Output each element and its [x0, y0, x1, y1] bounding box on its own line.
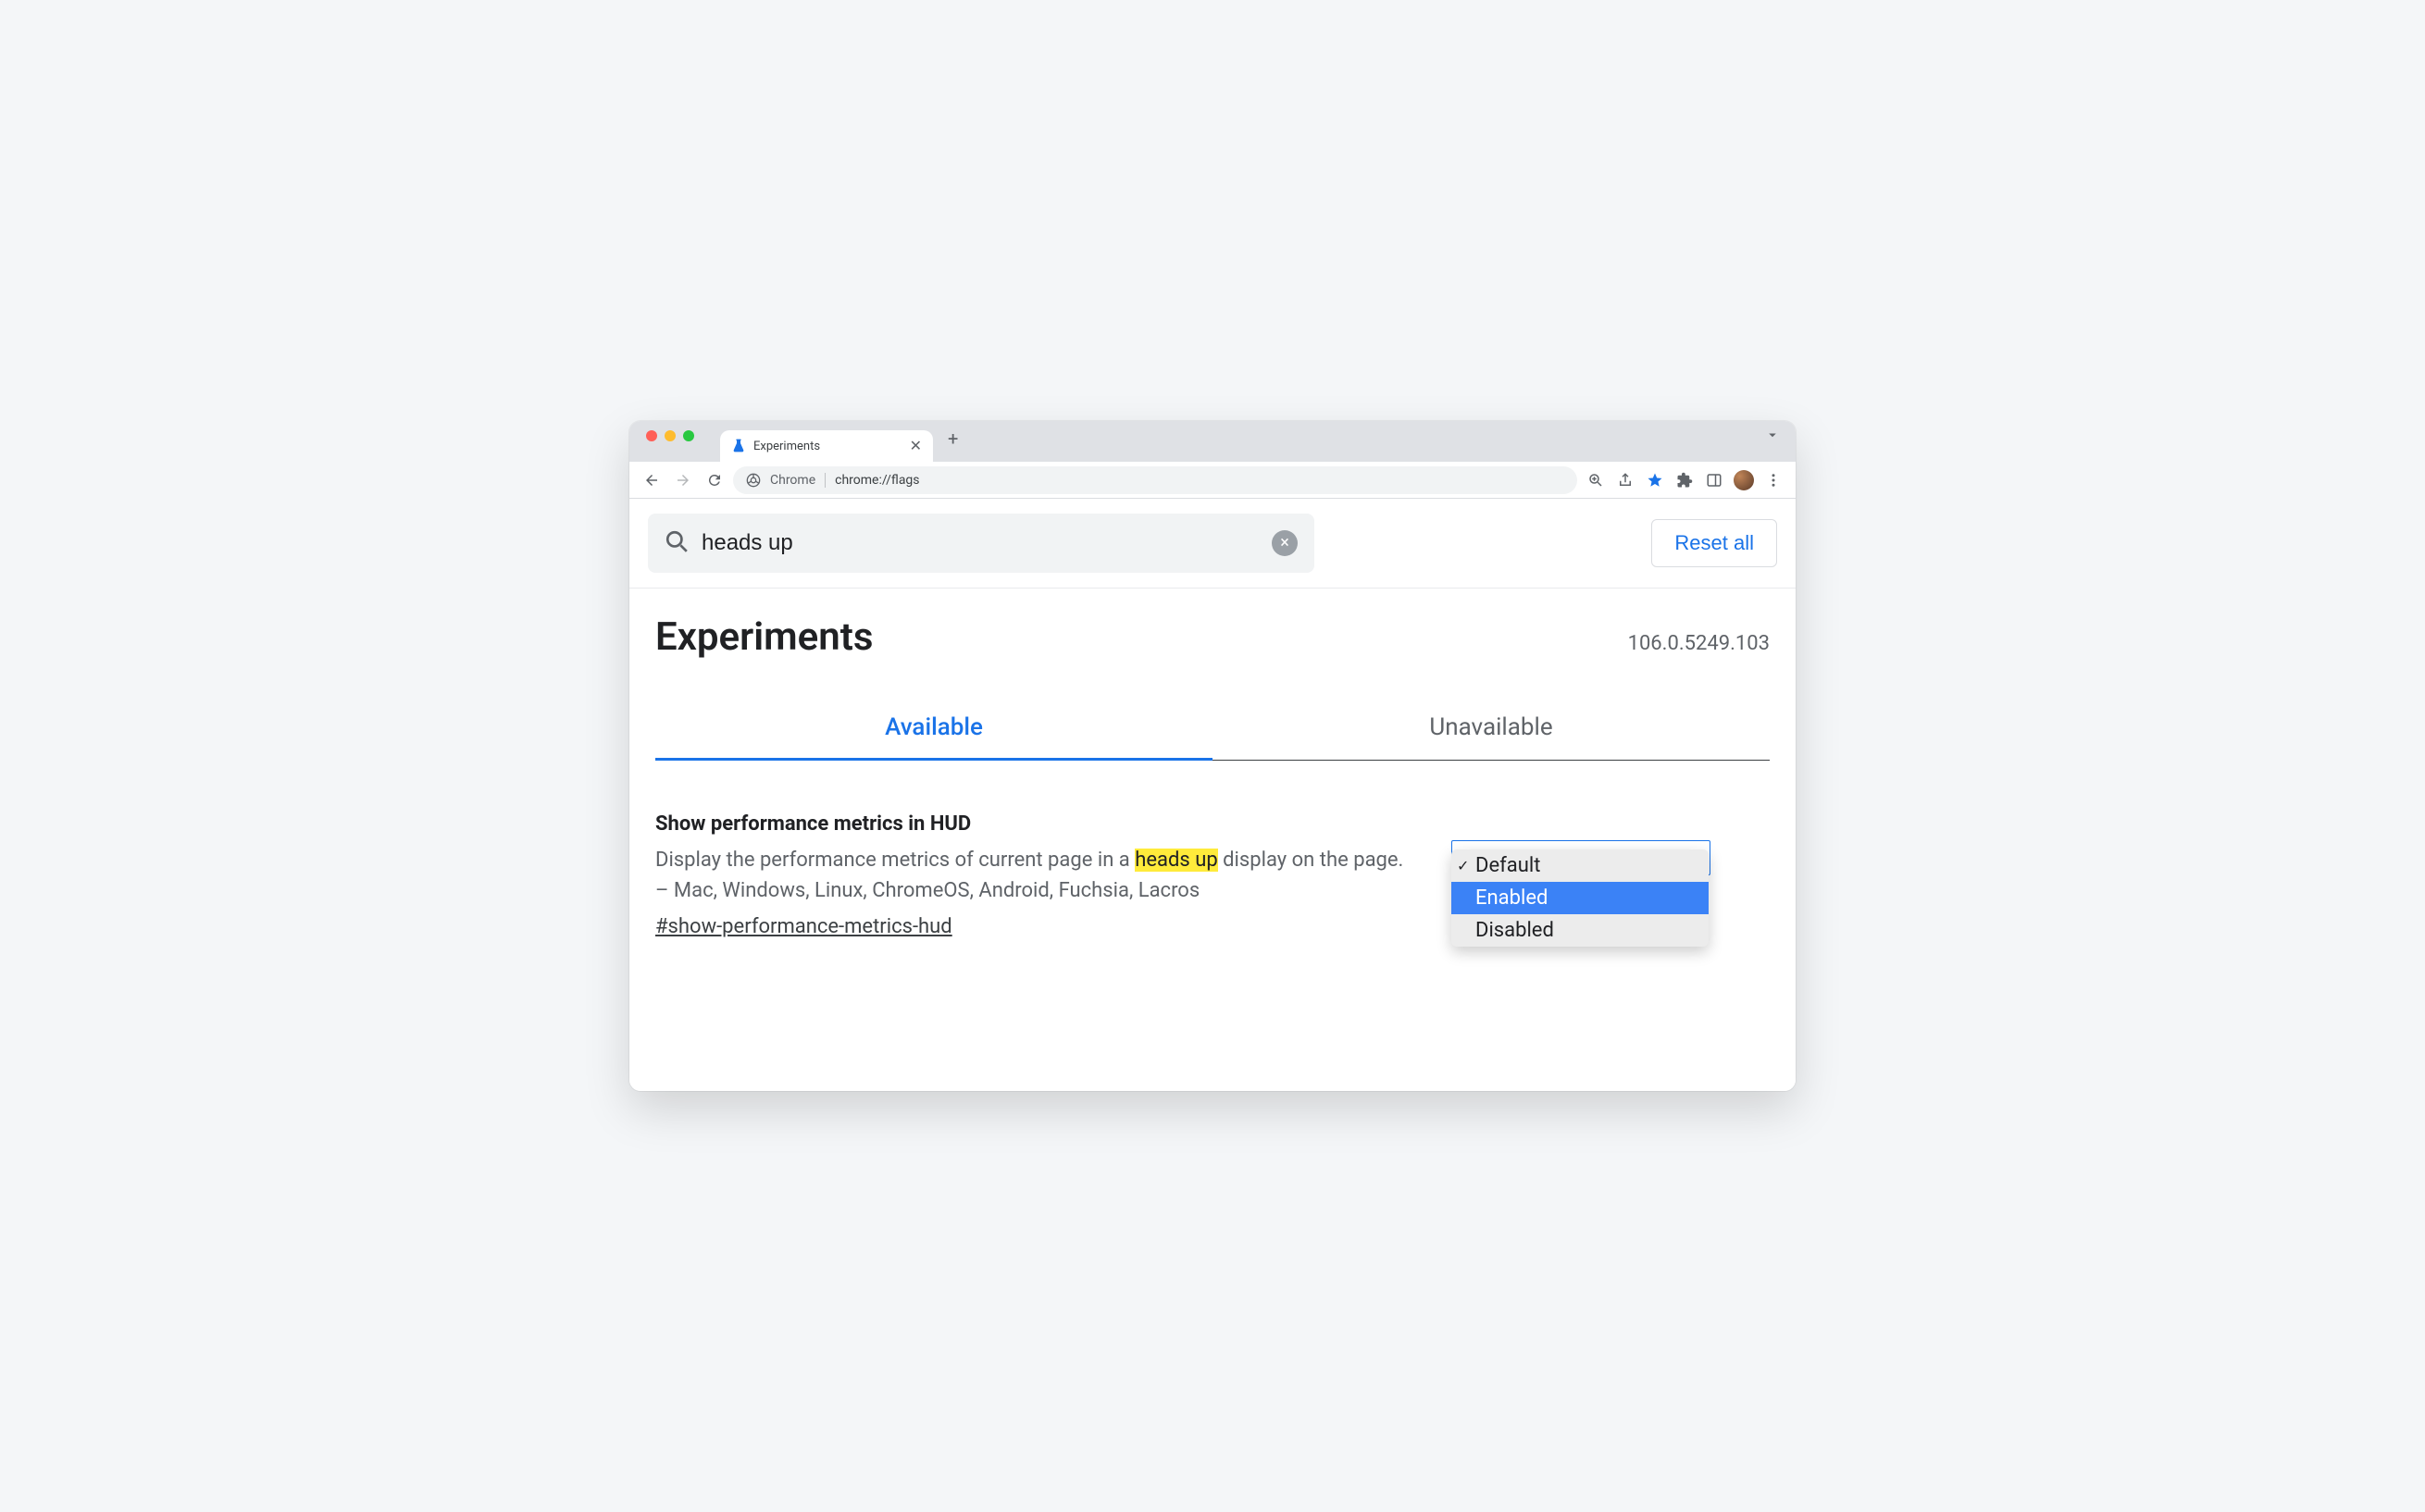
share-icon[interactable] — [1612, 467, 1638, 493]
menu-icon[interactable] — [1760, 467, 1786, 493]
new-tab-button[interactable]: + — [939, 426, 967, 457]
option-disabled[interactable]: Disabled — [1451, 914, 1709, 947]
heading-row: Experiments 106.0.5249.103 — [655, 614, 1770, 660]
search-icon — [665, 529, 689, 557]
page-content: × Reset all Experiments 106.0.5249.103 A… — [629, 499, 1796, 1091]
browser-toolbar: Chrome chrome://flags — [629, 462, 1796, 499]
window-controls — [639, 430, 702, 452]
back-button[interactable] — [639, 467, 665, 493]
option-label: Default — [1475, 854, 1540, 877]
experiment-select[interactable]: ✓ Default Enabled Disabled — [1451, 840, 1710, 938]
experiment-desc-text: Display the performance metrics of curre… — [655, 849, 1135, 872]
tabs-overflow-button[interactable] — [1764, 427, 1786, 456]
tab-available[interactable]: Available — [655, 697, 1212, 760]
close-window-button[interactable] — [646, 430, 657, 441]
toolbar-actions — [1583, 467, 1786, 493]
address-bar[interactable]: Chrome chrome://flags — [733, 466, 1577, 494]
browser-tab[interactable]: Experiments ✕ — [720, 430, 933, 462]
check-icon: ✓ — [1457, 857, 1469, 874]
experiment-hash-link[interactable]: #show-performance-metrics-hud — [655, 915, 1414, 938]
side-panel-icon[interactable] — [1701, 467, 1727, 493]
experiment-name: Show performance metrics in HUD — [655, 812, 1414, 836]
omnibox-url: chrome://flags — [835, 473, 919, 488]
tab-unavailable[interactable]: Unavailable — [1212, 697, 1770, 760]
bookmark-star-icon[interactable] — [1642, 467, 1668, 493]
clear-search-icon[interactable]: × — [1272, 530, 1298, 556]
flags-body: Experiments 106.0.5249.103 Available Una… — [629, 589, 1796, 975]
option-label: Enabled — [1475, 886, 1548, 910]
forward-button[interactable] — [670, 467, 696, 493]
browser-window: Experiments ✕ + Chrome chrome://flags — [629, 421, 1796, 1091]
tab-title: Experiments — [753, 440, 902, 453]
option-default[interactable]: ✓ Default — [1451, 849, 1709, 882]
experiment-row: Show performance metrics in HUD Display … — [655, 761, 1770, 938]
close-tab-icon[interactable]: ✕ — [910, 439, 922, 453]
profile-avatar[interactable] — [1731, 467, 1757, 493]
chrome-icon — [746, 473, 761, 488]
omnibox-label: Chrome — [770, 473, 815, 488]
tab-strip: Experiments ✕ + — [629, 421, 1796, 462]
flags-search-box[interactable]: × — [648, 514, 1314, 573]
search-highlight: heads up — [1135, 849, 1217, 872]
omnibox-divider — [825, 473, 826, 488]
flask-icon — [731, 439, 746, 453]
maximize-window-button[interactable] — [683, 430, 694, 441]
experiment-tabs: Available Unavailable — [655, 697, 1770, 761]
minimize-window-button[interactable] — [665, 430, 676, 441]
zoom-icon[interactable] — [1583, 467, 1609, 493]
experiment-info: Show performance metrics in HUD Display … — [655, 812, 1414, 938]
select-dropdown: ✓ Default Enabled Disabled — [1451, 849, 1709, 947]
flags-header: × Reset all — [629, 499, 1796, 589]
option-label: Disabled — [1475, 919, 1554, 942]
extensions-icon[interactable] — [1672, 467, 1698, 493]
flags-search-input[interactable] — [702, 530, 1259, 556]
experiment-description: Display the performance metrics of curre… — [655, 845, 1414, 906]
option-enabled[interactable]: Enabled — [1451, 882, 1709, 914]
reload-button[interactable] — [702, 467, 728, 493]
page-title: Experiments — [655, 614, 873, 660]
reset-all-button[interactable]: Reset all — [1651, 519, 1777, 567]
chrome-version: 106.0.5249.103 — [1628, 632, 1770, 655]
